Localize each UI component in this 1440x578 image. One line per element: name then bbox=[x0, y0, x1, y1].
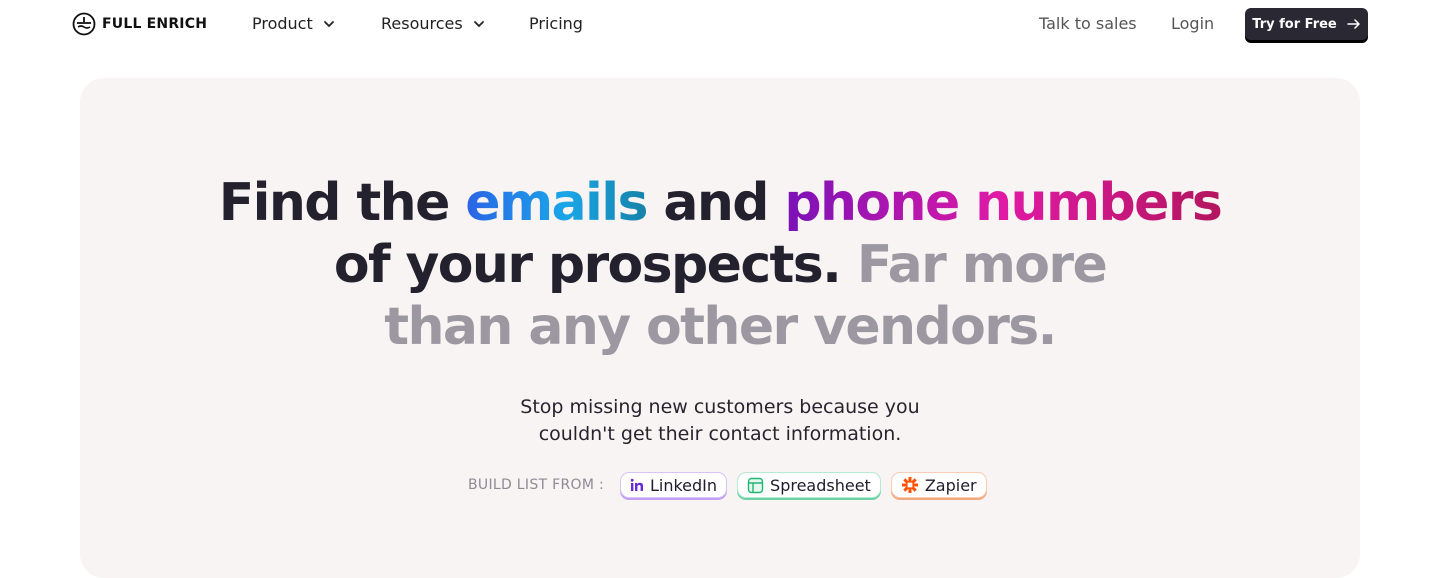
chevron-down-icon bbox=[473, 20, 484, 27]
hero-subtitle: Stop missing new customers because you c… bbox=[80, 394, 1360, 448]
source-spreadsheet-label: Spreadsheet bbox=[770, 475, 871, 495]
source-zapier-label: Zapier bbox=[924, 475, 977, 495]
headline-text: of your prospects. bbox=[333, 235, 857, 295]
nav-pricing[interactable]: Pricing bbox=[529, 14, 583, 33]
source-spreadsheet-chip[interactable]: Spreadsheet bbox=[737, 472, 881, 498]
build-list-sources: BUILD LIST FROM : LinkedIn Spreadsheet Z… bbox=[468, 470, 987, 500]
nav-product-label: Product bbox=[252, 14, 313, 33]
headline-line-2: of your prospects. Far more bbox=[80, 234, 1360, 296]
subtitle-line: couldn't get their contact information. bbox=[538, 423, 902, 445]
nav-product[interactable]: Product bbox=[252, 14, 335, 33]
brand-name: FULL ENRICH bbox=[102, 16, 208, 32]
nav-pricing-label: Pricing bbox=[529, 14, 583, 33]
full-enrich-logo-icon bbox=[72, 12, 96, 36]
headline-text: Find the bbox=[218, 173, 466, 233]
hero-headline: Find the emails and phone numbers of you… bbox=[80, 172, 1360, 358]
talk-to-sales-link[interactable]: Talk to sales bbox=[1039, 14, 1137, 33]
spreadsheet-icon bbox=[747, 477, 764, 493]
build-list-label: BUILD LIST FROM : bbox=[468, 477, 604, 493]
zapier-icon bbox=[901, 477, 918, 493]
headline-muted-text: Far more bbox=[856, 235, 1108, 295]
chevron-down-icon bbox=[323, 20, 334, 27]
login-link[interactable]: Login bbox=[1171, 14, 1214, 33]
source-zapier-chip[interactable]: Zapier bbox=[890, 472, 987, 498]
nav-resources-label: Resources bbox=[381, 14, 463, 33]
source-linkedin-chip[interactable]: LinkedIn bbox=[619, 472, 728, 498]
headline-phone-numbers: phone numbers bbox=[784, 173, 1222, 233]
headline-emails: emails bbox=[465, 173, 648, 233]
source-linkedin-label: LinkedIn bbox=[649, 475, 718, 495]
hero-section: Find the emails and phone numbers of you… bbox=[80, 78, 1360, 578]
try-for-free-label: Try for Free bbox=[1252, 16, 1337, 32]
arrow-right-icon bbox=[1346, 19, 1360, 29]
try-for-free-button[interactable]: Try for Free bbox=[1245, 8, 1368, 40]
headline-text: and bbox=[646, 173, 785, 233]
linkedin-icon bbox=[630, 478, 643, 491]
headline-line-1: Find the emails and phone numbers bbox=[80, 172, 1360, 234]
top-navbar: FULL ENRICH Product Resources Pricing Ta… bbox=[0, 0, 1440, 50]
headline-line-3: than any other vendors. bbox=[384, 297, 1057, 357]
nav-resources[interactable]: Resources bbox=[381, 14, 485, 33]
brand-logo[interactable]: FULL ENRICH bbox=[72, 12, 207, 36]
subtitle-line: Stop missing new customers because you bbox=[520, 396, 920, 418]
